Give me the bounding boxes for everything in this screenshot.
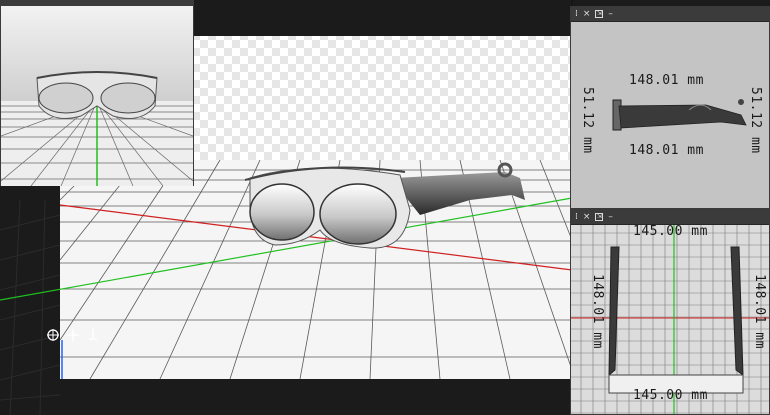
- outer-floor-grid: [0, 199, 61, 415]
- dock-icon[interactable]: ⇲: [595, 10, 604, 18]
- top-dim-bottom: 145.00 mm: [633, 388, 708, 403]
- grip-icon[interactable]: ⁞: [575, 212, 578, 222]
- top-dim-left: 148.01 mm: [590, 274, 605, 349]
- side-dim-bottom: 148.01 mm: [629, 143, 704, 158]
- top-dim-right: 148.01 mm: [752, 274, 767, 349]
- side-dim-top: 148.01 mm: [629, 73, 704, 88]
- orbit-icon[interactable]: [46, 328, 60, 342]
- close-icon[interactable]: ×: [583, 212, 591, 222]
- minimize-icon[interactable]: –: [608, 212, 613, 222]
- zoom-icon[interactable]: [86, 328, 100, 342]
- perspective-preview-panel[interactable]: [0, 0, 194, 186]
- dock-icon[interactable]: ⇲: [595, 213, 604, 221]
- pan-icon[interactable]: [66, 328, 80, 342]
- top-dim-top: 145.00 mm: [633, 224, 708, 239]
- temple-arm-side: [612, 99, 747, 131]
- side-dim-left: 51.12 mm: [580, 87, 595, 154]
- minimize-icon[interactable]: –: [608, 9, 613, 19]
- side-view-panel[interactable]: ⁞ × ⇲ – 148.01 mm 148.01 mm 51.12 mm 51.…: [570, 6, 770, 209]
- grip-icon[interactable]: ⁞: [575, 9, 578, 19]
- perspective-preview-canvas: [1, 6, 193, 186]
- side-dim-right: 51.12 mm: [748, 87, 763, 154]
- side-view-header: ⁞ × ⇲ –: [571, 7, 769, 22]
- top-view-panel[interactable]: ⁞ × ⇲ – 145.00 mm 145.00 mm 148.01 mm 14…: [570, 209, 770, 415]
- side-view-canvas: [612, 99, 747, 131]
- view-gizmo: [46, 328, 100, 342]
- top-view-header: ⁞ × ⇲ –: [571, 210, 769, 225]
- close-icon[interactable]: ×: [583, 9, 591, 19]
